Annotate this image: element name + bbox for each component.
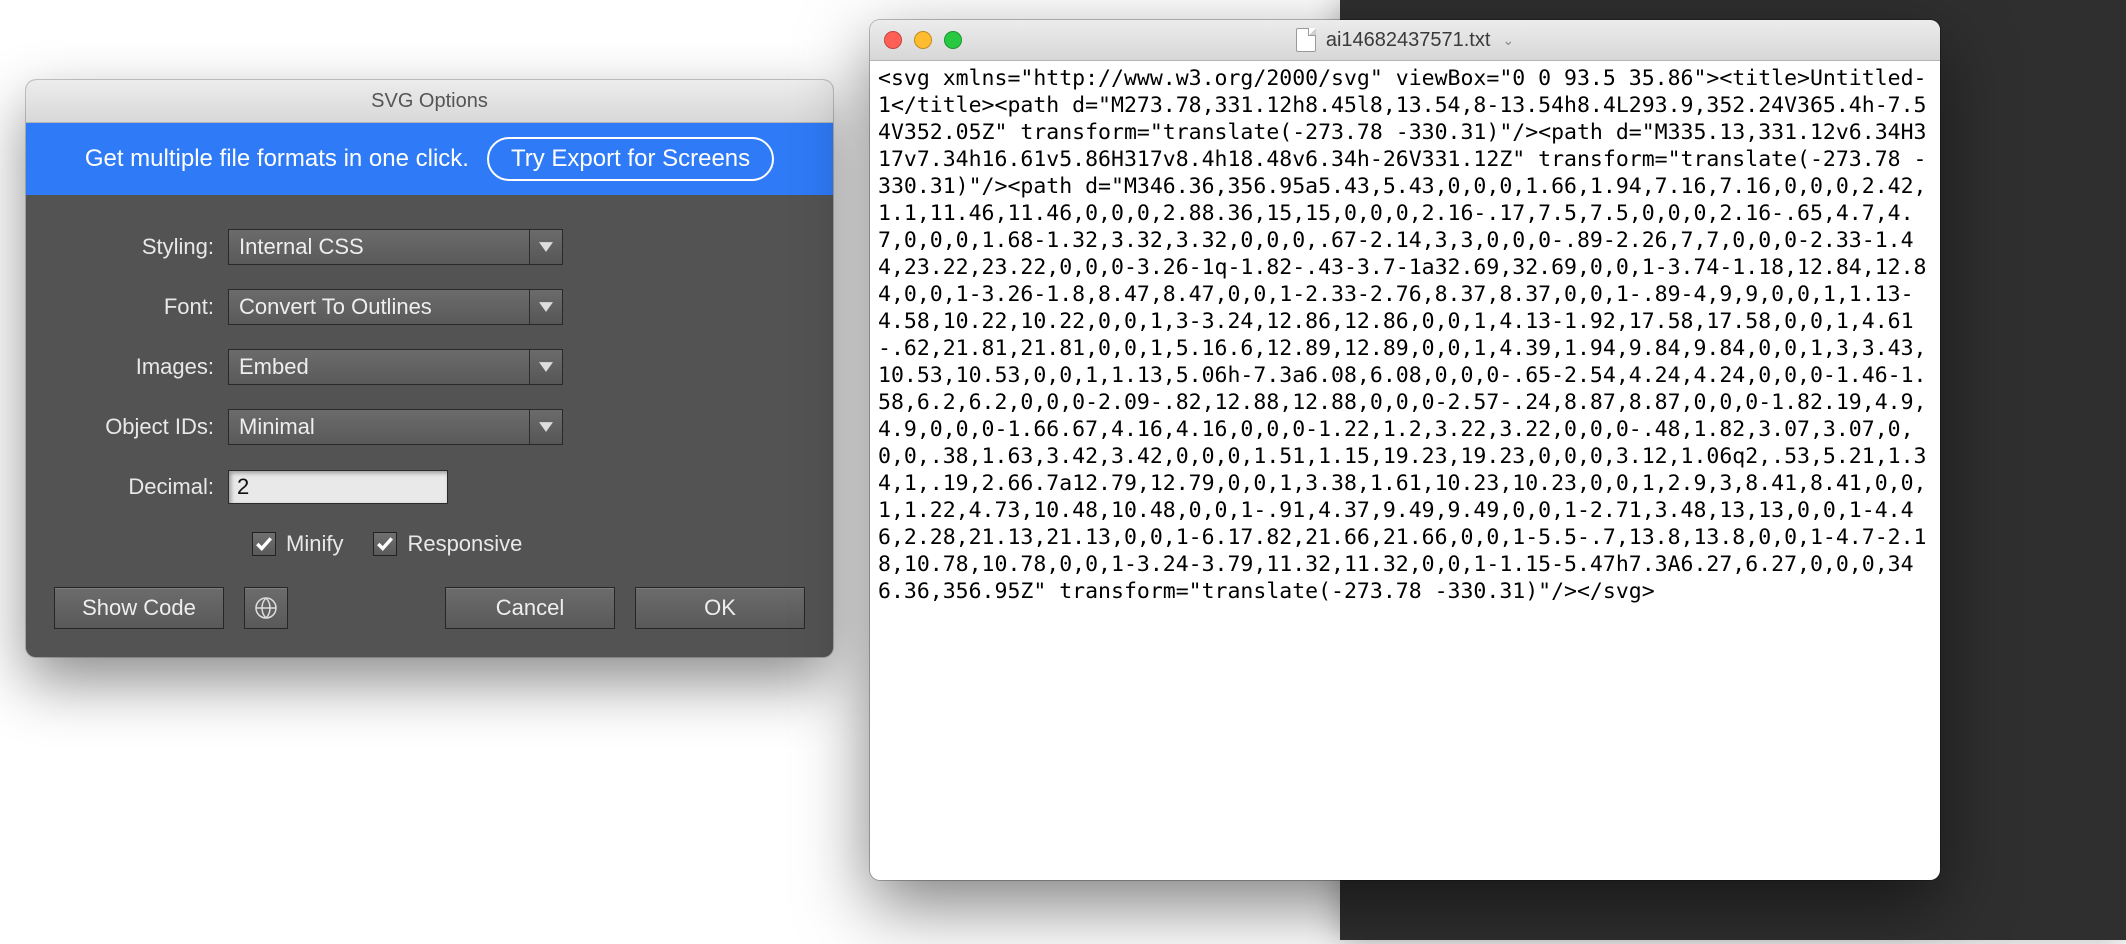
checkbox-icon (373, 532, 397, 556)
decimal-input[interactable] (228, 470, 448, 504)
images-dropdown[interactable]: Embed (228, 349, 563, 385)
font-dropdown[interactable]: Convert To Outlines (228, 289, 563, 325)
cancel-button[interactable]: Cancel (445, 587, 615, 629)
close-icon[interactable] (884, 31, 902, 49)
document-icon (1296, 28, 1316, 52)
chevron-down-icon (529, 290, 562, 324)
preview-in-browser-button[interactable] (244, 587, 288, 629)
images-value: Embed (239, 354, 309, 380)
promo-bar: Get multiple file formats in one click. … (26, 123, 833, 195)
styling-dropdown[interactable]: Internal CSS (228, 229, 563, 265)
filename: ai14682437571.txt (1326, 29, 1491, 52)
globe-icon (254, 596, 278, 620)
object-ids-value: Minimal (239, 414, 315, 440)
promo-text: Get multiple file formats in one click. (85, 145, 469, 173)
object-ids-label: Object IDs: (54, 414, 228, 440)
show-code-button[interactable]: Show Code (54, 587, 224, 629)
zoom-icon[interactable] (944, 31, 962, 49)
window-controls (884, 20, 962, 60)
decimal-label: Decimal: (54, 474, 228, 500)
minimize-icon[interactable] (914, 31, 932, 49)
chevron-down-icon (529, 230, 562, 264)
svg-options-dialog: SVG Options Get multiple file formats in… (26, 80, 833, 657)
styling-label: Styling: (54, 234, 228, 260)
text-editor-window: ai14682437571.txt ⌄ <svg xmlns="http://w… (870, 20, 1940, 880)
text-editor-content[interactable]: <svg xmlns="http://www.w3.org/2000/svg" … (870, 61, 1940, 880)
chevron-down-icon (529, 350, 562, 384)
responsive-checkbox[interactable]: Responsive (373, 531, 522, 557)
text-editor-titlebar[interactable]: ai14682437571.txt ⌄ (870, 20, 1940, 61)
minify-checkbox[interactable]: Minify (252, 531, 343, 557)
dialog-title: SVG Options (371, 90, 488, 113)
images-label: Images: (54, 354, 228, 380)
checkbox-icon (252, 532, 276, 556)
styling-value: Internal CSS (239, 234, 364, 260)
try-export-for-screens-button[interactable]: Try Export for Screens (487, 137, 774, 181)
dialog-titlebar[interactable]: SVG Options (26, 80, 833, 123)
ok-button[interactable]: OK (635, 587, 805, 629)
text-editor-title: ai14682437571.txt ⌄ (1296, 28, 1514, 52)
minify-label: Minify (286, 531, 343, 557)
chevron-down-icon[interactable]: ⌄ (1502, 32, 1514, 49)
font-label: Font: (54, 294, 228, 320)
responsive-label: Responsive (407, 531, 522, 557)
object-ids-dropdown[interactable]: Minimal (228, 409, 563, 445)
chevron-down-icon (529, 410, 562, 444)
dialog-body: Styling: Internal CSS Font: Convert To O… (26, 195, 833, 657)
font-value: Convert To Outlines (239, 294, 432, 320)
